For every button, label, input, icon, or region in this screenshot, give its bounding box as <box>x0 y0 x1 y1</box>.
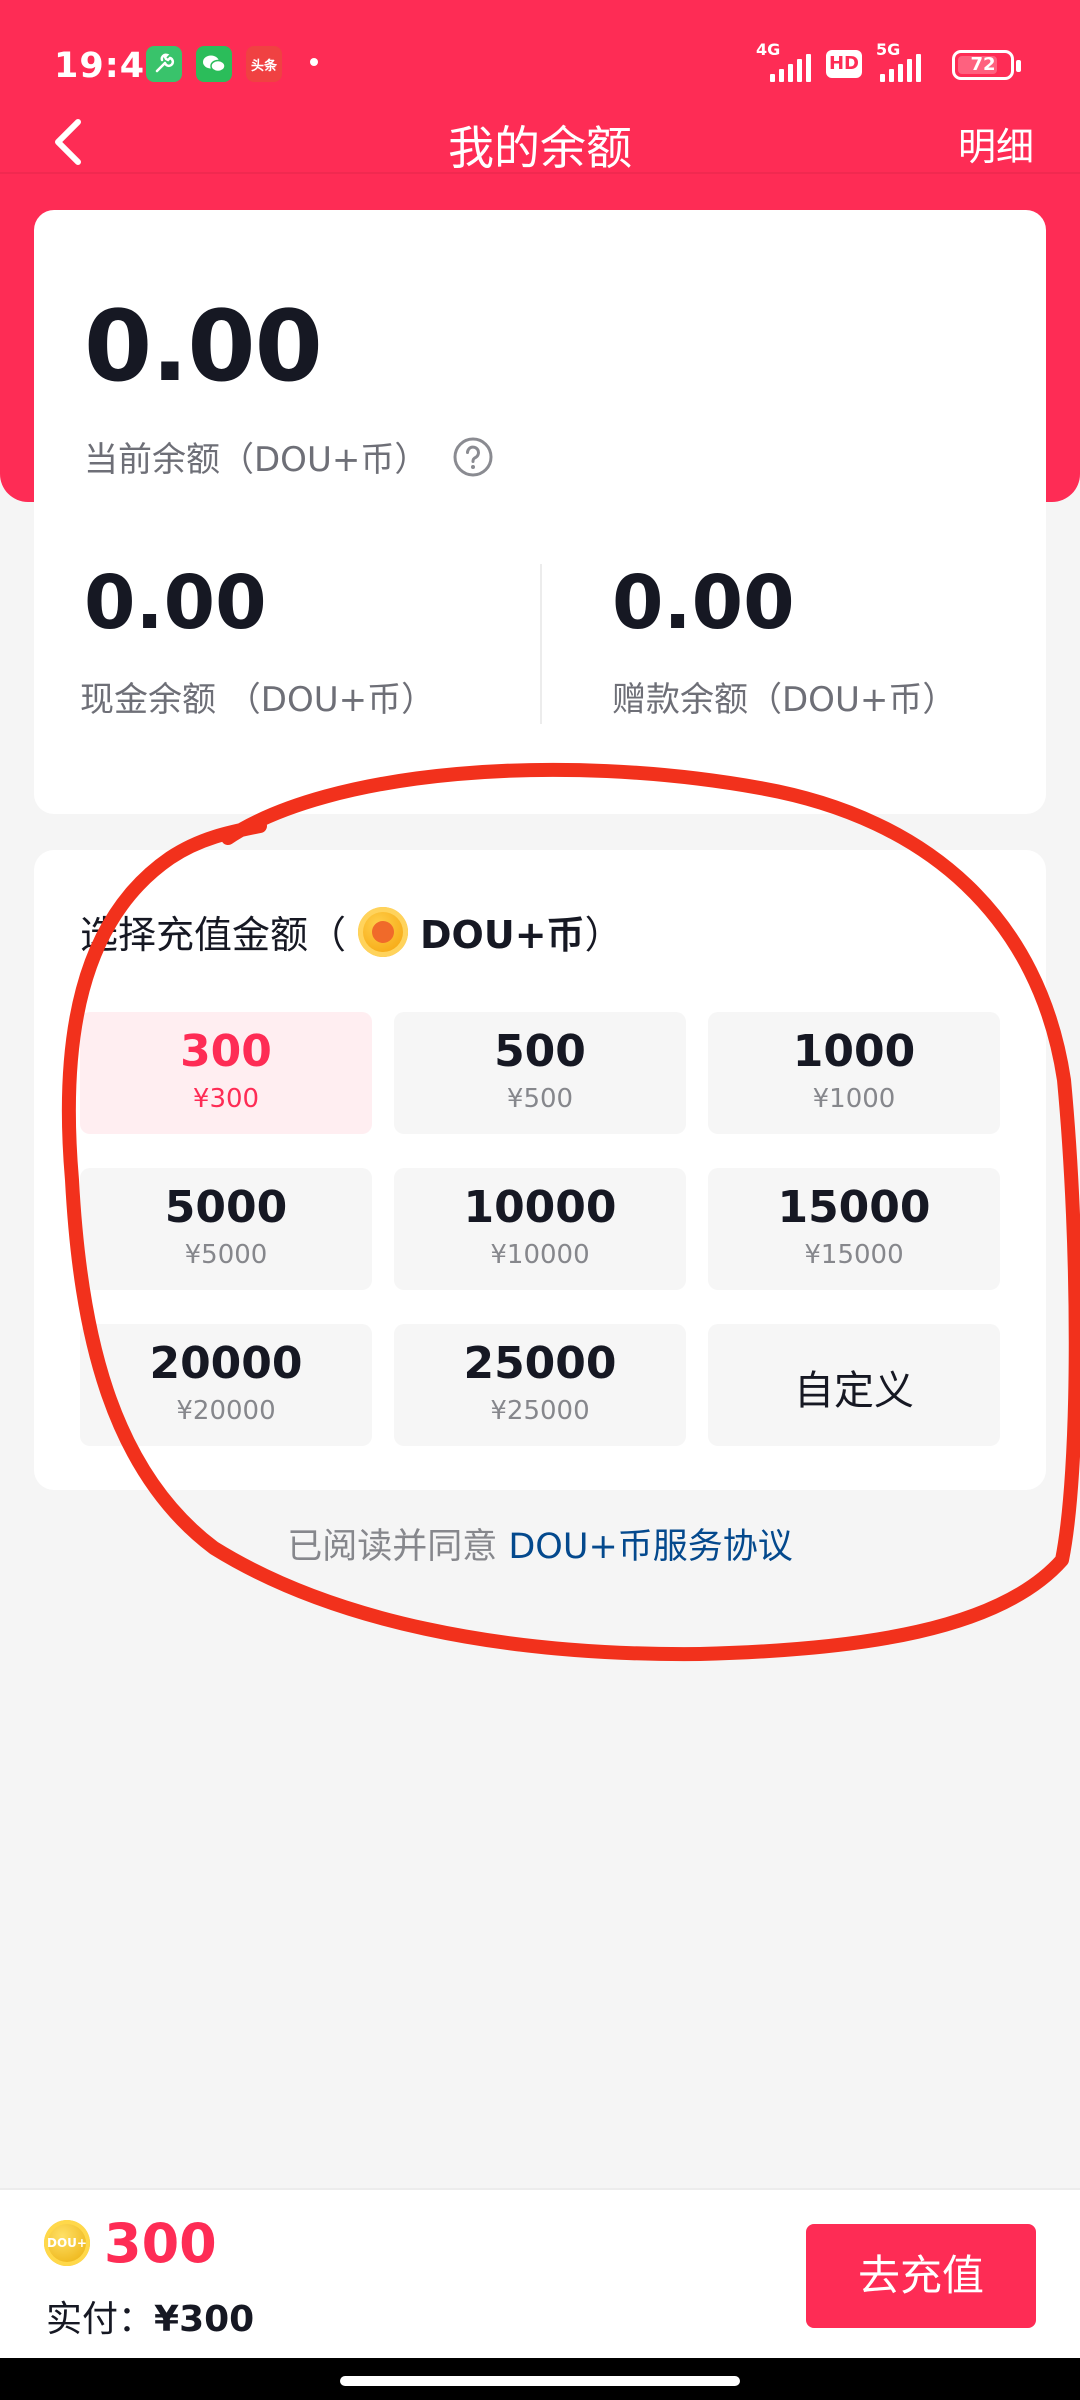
amount-option-1000[interactable]: 1000 ¥1000 <box>708 1012 1000 1134</box>
amount-option-price: ¥20000 <box>176 1396 276 1426</box>
amount-option-value: 10000 <box>463 1182 617 1233</box>
coin-text: DOU+ <box>47 2236 87 2250</box>
amount-option-value: 15000 <box>777 1182 931 1233</box>
amount-option-value: 5000 <box>164 1182 288 1233</box>
hd-badge: HD <box>826 50 862 78</box>
cash-balance-label: 现金余额 （DOU+币） <box>80 680 436 720</box>
custom-amount-label: 自定义 <box>794 1368 914 1414</box>
tool-app-icon <box>146 46 182 82</box>
amount-option-5000[interactable]: 5000 ¥5000 <box>80 1168 372 1290</box>
amount-option-value: 1000 <box>792 1026 916 1077</box>
amount-option-500[interactable]: 500 ¥500 <box>394 1012 686 1134</box>
current-balance-label: 当前余额（DOU+币） <box>84 440 429 480</box>
amount-option-300[interactable]: 300 ¥300 <box>80 1012 372 1134</box>
recharge-card: 选择充值金额（ DOU+币 ） 300 ¥300 500 ¥500 1000 ¥… <box>34 850 1046 1490</box>
amount-option-value: 20000 <box>149 1338 303 1389</box>
paid-amount: ¥300 <box>154 2299 255 2340</box>
help-icon[interactable] <box>452 436 494 478</box>
cash-balance-amount: 0.00 <box>84 560 267 646</box>
nav-divider <box>0 172 1080 174</box>
amount-option-value: 25000 <box>463 1338 617 1389</box>
battery-icon: 72 <box>952 50 1014 80</box>
paid-amount-row: 实付：¥300 <box>46 2290 254 2342</box>
agreement-prefix: 已阅读并同意 <box>287 1527 509 1567</box>
page-title: 我的余额 <box>448 121 632 175</box>
signal-bars-icon-2 <box>880 50 921 82</box>
selected-amount: 300 <box>104 2212 217 2275</box>
amount-option-20000[interactable]: 20000 ¥20000 <box>80 1324 372 1446</box>
wechat-icon <box>196 46 232 82</box>
amount-option-10000[interactable]: 10000 ¥10000 <box>394 1168 686 1290</box>
signal-bars-icon <box>770 50 811 82</box>
gesture-bar <box>0 2358 1080 2400</box>
amount-option-custom[interactable]: 自定义 <box>708 1324 1000 1446</box>
amount-option-25000[interactable]: 25000 ¥25000 <box>394 1324 686 1446</box>
status-bar: 19:47 头条 4G HD 5G 72 <box>0 0 1080 130</box>
amount-option-15000[interactable]: 15000 ¥15000 <box>708 1168 1000 1290</box>
bottom-bar: DOU+ 300 实付：¥300 去充值 <box>0 2188 1080 2360</box>
amount-option-price: ¥500 <box>506 1084 574 1114</box>
detail-link[interactable]: 明细 <box>958 116 1034 171</box>
amount-option-price: ¥300 <box>192 1084 260 1114</box>
recharge-title: 选择充值金额（ DOU+币 ） <box>80 904 623 959</box>
dou-coin-icon-small: DOU+ <box>44 2220 90 2266</box>
amount-option-value: 300 <box>180 1026 272 1077</box>
amount-option-price: ¥1000 <box>812 1084 896 1114</box>
agreement-text: 已阅读并同意 DOU+币服务协议 <box>0 1518 1080 1569</box>
notification-dot-icon <box>310 58 318 66</box>
toutiao-label: 头条 <box>250 58 277 74</box>
recharge-title-coin: DOU+币 <box>420 913 585 957</box>
balance-card: 0.00 当前余额（DOU+币） 0.00 现金余额 （DOU+币） 0.00 … <box>34 210 1046 814</box>
balance-divider <box>540 564 542 724</box>
amount-option-price: ¥15000 <box>804 1240 904 1270</box>
recharge-title-suffix: ） <box>584 913 623 957</box>
recharge-button[interactable]: 去充值 <box>806 2224 1036 2328</box>
battery-level: 72 <box>970 54 996 75</box>
bonus-balance-amount: 0.00 <box>612 560 795 646</box>
current-balance-amount: 0.00 <box>84 290 323 404</box>
paid-label: 实付： <box>46 2299 155 2340</box>
service-agreement-link[interactable]: DOU+币服务协议 <box>508 1527 792 1567</box>
amount-option-price: ¥10000 <box>490 1240 590 1270</box>
amount-option-price: ¥5000 <box>184 1240 268 1270</box>
recharge-title-prefix: 选择充值金额（ <box>80 913 347 957</box>
amount-option-price: ¥25000 <box>490 1396 590 1426</box>
home-indicator[interactable] <box>340 2376 740 2386</box>
bonus-balance-label: 赠款余额（DOU+币） <box>612 680 957 720</box>
battery-tip <box>1016 60 1021 72</box>
amount-option-value: 500 <box>494 1026 586 1077</box>
dou-coin-icon <box>358 906 409 957</box>
toutiao-icon: 头条 <box>246 46 282 82</box>
